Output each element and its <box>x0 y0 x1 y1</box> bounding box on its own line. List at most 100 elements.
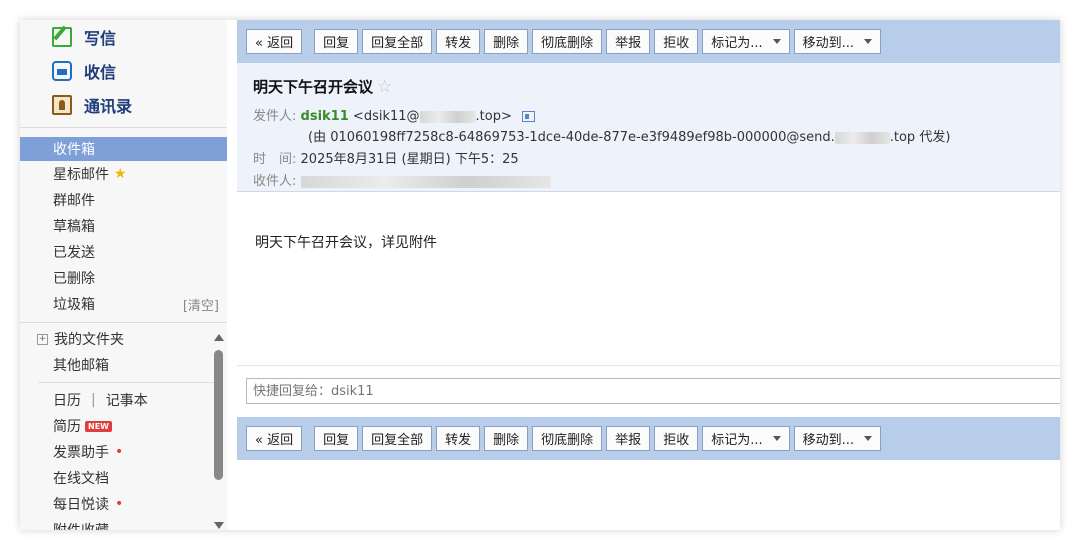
sidebar-divider <box>38 382 223 383</box>
mail-window: 写信 收信 通讯录 收件箱 星标邮件 ★ 群邮件 草稿箱 已发送 已删除 垃圾箱… <box>20 20 1060 530</box>
back-button[interactable]: « 返回 <box>246 426 303 451</box>
sidebar-item-attachments[interactable]: 附件收藏 <box>20 517 227 530</box>
reply-button[interactable]: 回复 <box>314 426 359 451</box>
email-reader: « 返回 回复 回复全部 转发 删除 彻底删除 举报 拒收 标记为... 移动到… <box>237 20 1060 530</box>
mark-as-dropdown[interactable]: 标记为... <box>702 29 790 54</box>
scroll-thumb[interactable] <box>214 350 223 480</box>
expand-icon[interactable]: + <box>37 333 48 345</box>
sidebar-item-label: 垃圾箱 <box>53 297 95 313</box>
sidebar-item-label: 群邮件 <box>53 193 95 209</box>
sidebar-item-docs[interactable]: 在线文档 <box>20 465 227 491</box>
sidebar-item-drafts[interactable]: 草稿箱 <box>20 213 227 239</box>
sidebar-item-calendar-notes: 日历 | 记事本 <box>20 387 227 413</box>
via-suffix: .top 代发) <box>889 130 951 145</box>
scroll-down-arrow-icon[interactable] <box>214 522 224 529</box>
sidebar-item-label: 发票助手 <box>53 445 109 461</box>
chevron-down-icon <box>772 39 781 44</box>
sidebar-item-group[interactable]: 群邮件 <box>20 187 227 213</box>
sender-address-suffix: .top> <box>475 109 512 124</box>
compose-icon <box>52 27 72 47</box>
mark-as-label: 标记为... <box>711 433 763 448</box>
email-subject: 明天下午召开会议 ☆ <box>253 76 392 97</box>
mark-as-dropdown[interactable]: 标记为... <box>702 426 790 451</box>
sender-name[interactable]: dsik11 <box>301 109 349 124</box>
sidebar-item-daily-read[interactable]: 每日悦读 • <box>20 491 227 517</box>
move-to-label: 移动到... <box>802 433 855 448</box>
move-to-dropdown[interactable]: 移动到... <box>793 29 882 54</box>
sidebar-item-label: 草稿箱 <box>53 219 95 235</box>
sidebar-item-deleted[interactable]: 已删除 <box>20 265 227 291</box>
time-label: 时 间: <box>253 152 297 167</box>
forward-button[interactable]: 转发 <box>436 29 481 54</box>
move-to-dropdown[interactable]: 移动到... <box>793 426 882 451</box>
separator: | <box>91 392 96 408</box>
scroll-up-arrow-icon[interactable] <box>214 334 224 341</box>
top-toolbar: « 返回 回复 回复全部 转发 删除 彻底删除 举报 拒收 标记为... 移动到… <box>237 20 1060 63</box>
forward-button[interactable]: 转发 <box>436 426 481 451</box>
quick-reply-divider <box>237 365 1060 366</box>
redacted-recipient <box>300 175 551 188</box>
chevron-down-icon <box>864 436 873 441</box>
report-button[interactable]: 举报 <box>606 426 651 451</box>
sidebar-item-other-mailboxes[interactable]: 其他邮箱 <box>20 352 227 378</box>
report-button[interactable]: 举报 <box>606 29 651 54</box>
to-line: 收件人: <box>253 170 551 189</box>
sidebar-item-label: 已删除 <box>53 271 95 287</box>
to-label: 收件人: <box>253 174 297 189</box>
sidebar-item-inbox[interactable]: 收件箱 <box>20 137 227 161</box>
sidebar-item-label: 其他邮箱 <box>53 358 109 374</box>
sidebar-item-invoice[interactable]: 发票助手 • <box>20 439 227 465</box>
from-line: 发件人: dsik11 <dsik11@ .top> <box>253 105 535 124</box>
receive-button[interactable]: 收信 <box>52 58 116 84</box>
sidebar-item-resume[interactable]: 简历 NEW <box>20 413 227 439</box>
sidebar-scrollbar[interactable] <box>212 334 225 530</box>
via-prefix: (由 01060198ff7258c8-64869753-1dce-40de-8… <box>308 130 835 145</box>
new-badge: NEW <box>85 420 112 432</box>
sent-via-line: (由 01060198ff7258c8-64869753-1dce-40de-8… <box>308 126 950 145</box>
delete-permanent-button[interactable]: 彻底删除 <box>532 29 603 54</box>
move-to-label: 移动到... <box>802 36 855 51</box>
star-outline-icon[interactable]: ☆ <box>377 77 392 97</box>
email-body: 明天下午召开会议，详见附件 <box>255 235 437 251</box>
notification-dot-icon: • <box>115 496 124 512</box>
sidebar-item-label: 星标邮件 <box>53 167 109 183</box>
receive-label: 收信 <box>84 63 117 82</box>
sidebar: 写信 收信 通讯录 收件箱 星标邮件 ★ 群邮件 草稿箱 已发送 已删除 垃圾箱… <box>20 20 227 530</box>
sidebar-item-label: 在线文档 <box>53 471 109 487</box>
back-button[interactable]: « 返回 <box>246 29 303 54</box>
contacts-button[interactable]: 通讯录 <box>52 92 132 118</box>
delete-button[interactable]: 删除 <box>484 426 529 451</box>
reply-all-button[interactable]: 回复全部 <box>362 29 433 54</box>
bottom-toolbar: « 返回 回复 回复全部 转发 删除 彻底删除 举报 拒收 标记为... 移动到… <box>237 417 1060 460</box>
sidebar-item-starred[interactable]: 星标邮件 ★ <box>20 161 227 187</box>
inbox-icon <box>52 61 72 81</box>
subject-text: 明天下午召开会议 <box>253 78 374 96</box>
sidebar-item-sent[interactable]: 已发送 <box>20 239 227 265</box>
email-header: 明天下午召开会议 ☆ 发件人: dsik11 <dsik11@ .top> (由 … <box>237 63 1060 192</box>
reject-button[interactable]: 拒收 <box>654 29 699 54</box>
sidebar-item-spam[interactable]: 垃圾箱 [清空] <box>20 291 227 317</box>
sidebar-item-my-folders[interactable]: + 我的文件夹 <box>20 326 227 352</box>
delete-button[interactable]: 删除 <box>484 29 529 54</box>
reply-button[interactable]: 回复 <box>314 29 359 54</box>
clear-spam-link[interactable]: [清空] <box>183 295 219 314</box>
delete-permanent-button[interactable]: 彻底删除 <box>532 426 603 451</box>
chevron-down-icon <box>864 39 873 44</box>
sidebar-item-label: 已发送 <box>53 245 95 261</box>
redacted-domain <box>419 110 476 123</box>
reject-button[interactable]: 拒收 <box>654 426 699 451</box>
reply-all-button[interactable]: 回复全部 <box>362 426 433 451</box>
sidebar-divider <box>20 127 227 128</box>
time-line: 时 间: 2025年8月31日 (星期日) 下午5：25 <box>253 148 519 167</box>
star-icon: ★ <box>114 166 127 182</box>
calendar-link[interactable]: 日历 <box>53 390 81 410</box>
sidebar-item-label: 收件箱 <box>53 142 95 158</box>
sidebar-item-label: 附件收藏 <box>53 520 109 530</box>
quick-reply-input[interactable] <box>246 378 1060 404</box>
time-value: 2025年8月31日 (星期日) 下午5：25 <box>300 152 519 167</box>
contact-card-icon[interactable] <box>522 111 535 122</box>
compose-label: 写信 <box>84 29 117 48</box>
compose-button[interactable]: 写信 <box>52 24 116 50</box>
chevron-down-icon <box>772 436 781 441</box>
notes-link[interactable]: 记事本 <box>106 390 148 410</box>
